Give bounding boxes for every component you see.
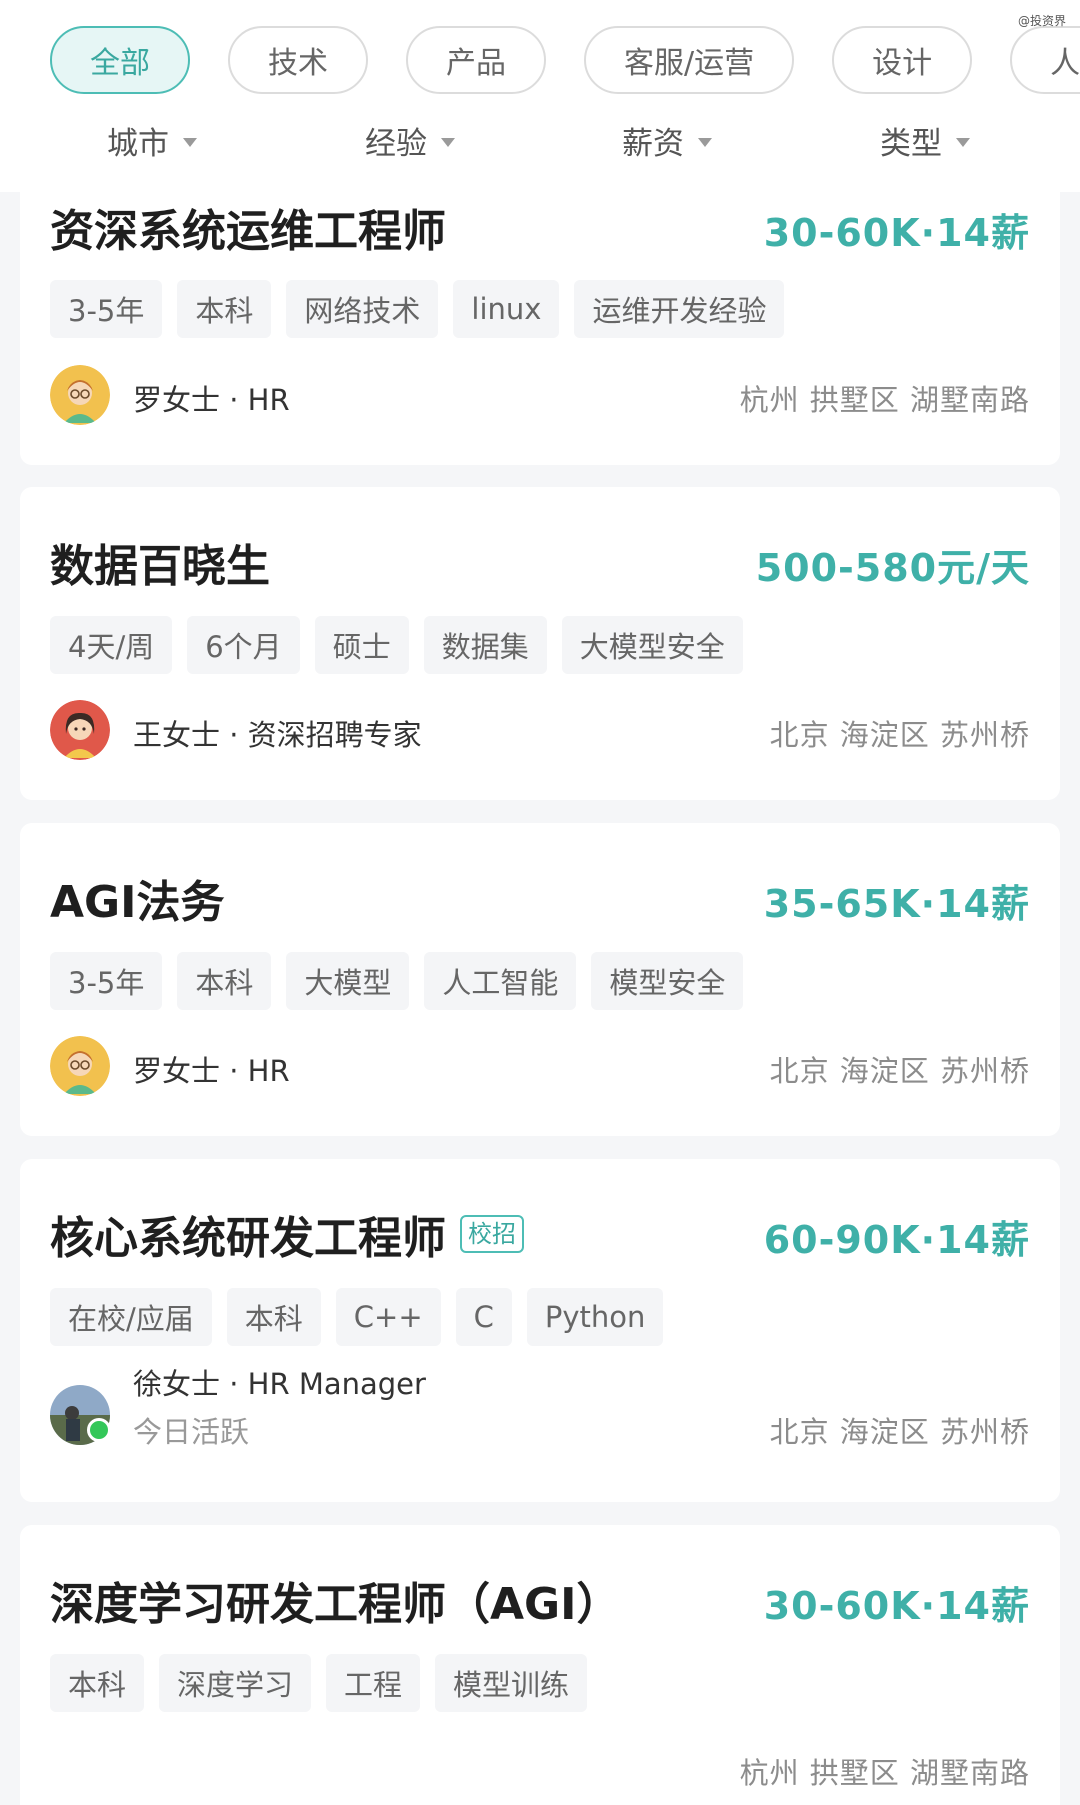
filter-experience[interactable]: 经验: [365, 118, 455, 163]
job-tag: C++: [335, 1288, 441, 1346]
job-card[interactable]: 资深系统运维工程师 30-60K·14薪 3-5年 本科 网络技术 linux …: [20, 150, 1060, 465]
job-tag: 模型训练: [435, 1654, 588, 1712]
tag-list: 本科 深度学习 工程 模型训练: [50, 1654, 588, 1712]
job-title-text: 核心系统研发工程师: [50, 1213, 446, 1264]
tag-list: 4天/周 6个月 硕士 数据集 大模型安全: [50, 616, 743, 674]
job-tag: 网络技术: [286, 280, 439, 338]
recruiter-name: 罗女士 · HR: [133, 1054, 290, 1088]
salary: 30-60K·14薪: [763, 211, 1030, 255]
caret-down-icon: [183, 138, 197, 147]
job-card[interactable]: 深度学习研发工程师（AGI） 30-60K·14薪 本科 深度学习 工程 模型训…: [20, 1525, 1060, 1805]
online-status-icon: [87, 1418, 111, 1442]
job-tag: 大模型安全: [561, 616, 743, 674]
job-tag: 4天/周: [50, 616, 173, 674]
job-card[interactable]: 数据百晓生 500-580元/天 4天/周 6个月 硕士 数据集 大模型安全 王…: [20, 487, 1060, 800]
job-title: 核心系统研发工程师 校招: [50, 1202, 524, 1266]
female-avatar-icon: [50, 700, 110, 760]
salary: 35-65K·14薪: [763, 882, 1030, 926]
category-tab-tech[interactable]: 技术: [228, 26, 368, 94]
caret-down-icon: [441, 138, 455, 147]
job-location: 北京 海淀区 苏州桥: [769, 718, 1030, 752]
tag-list: 3-5年 本科 大模型 人工智能 模型安全: [50, 952, 744, 1010]
category-tabs: 全部 技术 产品 客服/运营 设计 人力: [50, 26, 1080, 94]
job-title: AGI法务: [50, 877, 225, 928]
salary: 30-60K·14薪: [763, 1584, 1030, 1628]
job-tag: 模型安全: [591, 952, 744, 1010]
female-avatar-glasses-icon: [50, 365, 110, 425]
job-list-page: 资深系统运维工程师 30-60K·14薪 3-5年 本科 网络技术 linux …: [0, 0, 1080, 1805]
job-title: 数据百晓生: [50, 541, 270, 592]
filter-label: 城市: [107, 126, 169, 162]
filter-label: 经验: [365, 126, 427, 162]
recruiter-name: 王女士 · 资深招聘专家: [133, 718, 422, 752]
job-tag: 3-5年: [50, 952, 163, 1010]
job-tag: 硕士: [314, 616, 409, 674]
job-tag: 深度学习: [159, 1654, 312, 1712]
job-tag: 本科: [177, 952, 272, 1010]
job-location: 杭州 拱墅区 湖墅南路: [739, 1756, 1030, 1790]
recruiter-name: 罗女士 · HR: [133, 383, 290, 417]
job-tag: 人工智能: [424, 952, 577, 1010]
job-list: 资深系统运维工程师 30-60K·14薪 3-5年 本科 网络技术 linux …: [0, 0, 1080, 1805]
filter-label: 薪资: [622, 126, 684, 162]
category-tab-product[interactable]: 产品: [406, 26, 546, 94]
job-location: 北京 海淀区 苏州桥: [769, 1415, 1030, 1449]
salary: 500-580元/天: [755, 546, 1030, 590]
active-status: 今日活跃: [133, 1415, 250, 1449]
category-tab-design[interactable]: 设计: [832, 26, 973, 94]
salary: 60-90K·14薪: [763, 1218, 1030, 1262]
tag-list: 在校/应届 本科 C++ C Python: [50, 1288, 664, 1346]
filter-type[interactable]: 类型: [880, 118, 970, 163]
job-tag: C: [455, 1288, 512, 1346]
caret-down-icon: [698, 138, 712, 147]
category-tab-hr[interactable]: 人力: [1010, 26, 1080, 94]
watermark: @投资界: [1017, 14, 1066, 28]
job-tag: 工程: [326, 1654, 421, 1712]
job-tag: Python: [526, 1288, 664, 1346]
job-location: 北京 海淀区 苏州桥: [769, 1054, 1030, 1088]
job-tag: 大模型: [286, 952, 410, 1010]
job-tag: 运维开发经验: [574, 280, 785, 338]
job-tag: 本科: [226, 1288, 321, 1346]
job-tag: linux: [453, 280, 560, 338]
tag-list: 3-5年 本科 网络技术 linux 运维开发经验: [50, 280, 785, 338]
campus-badge: 校招: [460, 1215, 524, 1253]
job-tag: 6个月: [187, 616, 300, 674]
job-title: 深度学习研发工程师（AGI）: [50, 1579, 621, 1630]
filter-header: 全部 技术 产品 客服/运营 设计 人力 城市 经验 薪资 类型: [0, 0, 1080, 192]
filter-label: 类型: [880, 126, 942, 162]
job-tag: 本科: [177, 280, 272, 338]
category-tab-all[interactable]: 全部: [50, 26, 190, 94]
filter-bar: 城市 经验 薪资 类型: [0, 118, 1030, 168]
job-title: 资深系统运维工程师: [50, 206, 446, 257]
caret-down-icon: [956, 138, 970, 147]
job-location: 杭州 拱墅区 湖墅南路: [739, 383, 1030, 417]
job-card[interactable]: 核心系统研发工程师 校招 60-90K·14薪 在校/应届 本科 C++ C P…: [20, 1159, 1060, 1502]
female-avatar-glasses-icon: [50, 1036, 110, 1096]
recruiter-name: 徐女士 · HR Manager: [133, 1367, 426, 1401]
job-tag: 3-5年: [50, 280, 163, 338]
category-tab-support-ops[interactable]: 客服/运营: [584, 26, 795, 94]
job-card[interactable]: AGI法务 35-65K·14薪 3-5年 本科 大模型 人工智能 模型安全 罗…: [20, 823, 1060, 1136]
job-tag: 在校/应届: [50, 1288, 212, 1346]
filter-salary[interactable]: 薪资: [622, 118, 712, 163]
filter-city[interactable]: 城市: [107, 118, 197, 163]
job-tag: 本科: [50, 1654, 145, 1712]
job-tag: 数据集: [423, 616, 547, 674]
